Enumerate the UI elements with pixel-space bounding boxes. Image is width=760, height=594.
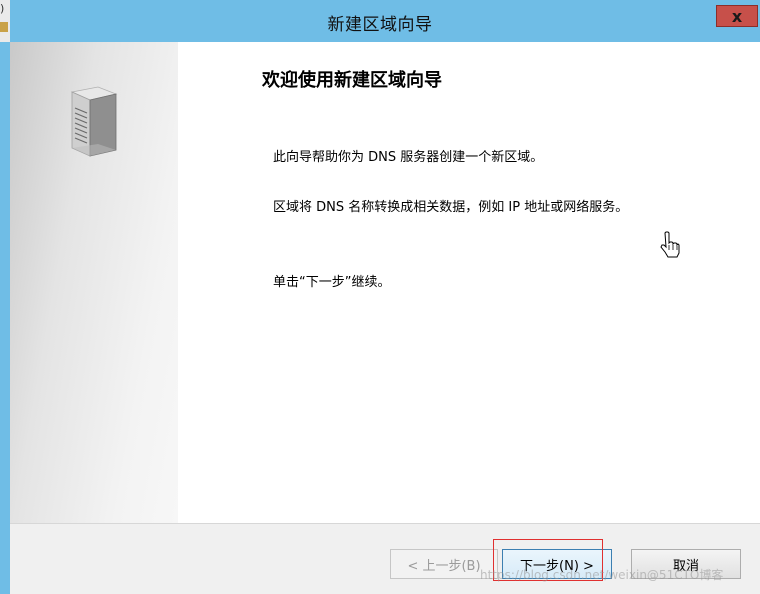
title-bar[interactable]: 新建区域向导 x (0, 0, 760, 42)
close-button[interactable]: x (716, 5, 758, 27)
intro-text: 此向导帮助你为 DNS 服务器创建一个新区域。 (273, 150, 544, 165)
side-panel (10, 42, 178, 523)
continue-instruction-text: 单击“下一步”继续。 (273, 275, 391, 290)
wizard-heading: 欢迎使用新建区域向导 (262, 70, 442, 91)
window-title: 新建区域向导 (327, 15, 433, 35)
background-window-edge: ) (0, 0, 10, 42)
hand-cursor-icon (660, 231, 680, 258)
wizard-dialog: 新建区域向导 x ) 欢迎使用新建区域向导 此向导帮助你为 DNS 服务器创建一… (0, 0, 760, 594)
zone-description-text: 区域将 DNS 名称转换成相关数据，例如 IP 地址或网络服务。 (273, 200, 629, 215)
watermark-text: https://blog.csdn.net/weixin@51CTO博客 (480, 568, 724, 582)
server-icon (70, 86, 118, 157)
